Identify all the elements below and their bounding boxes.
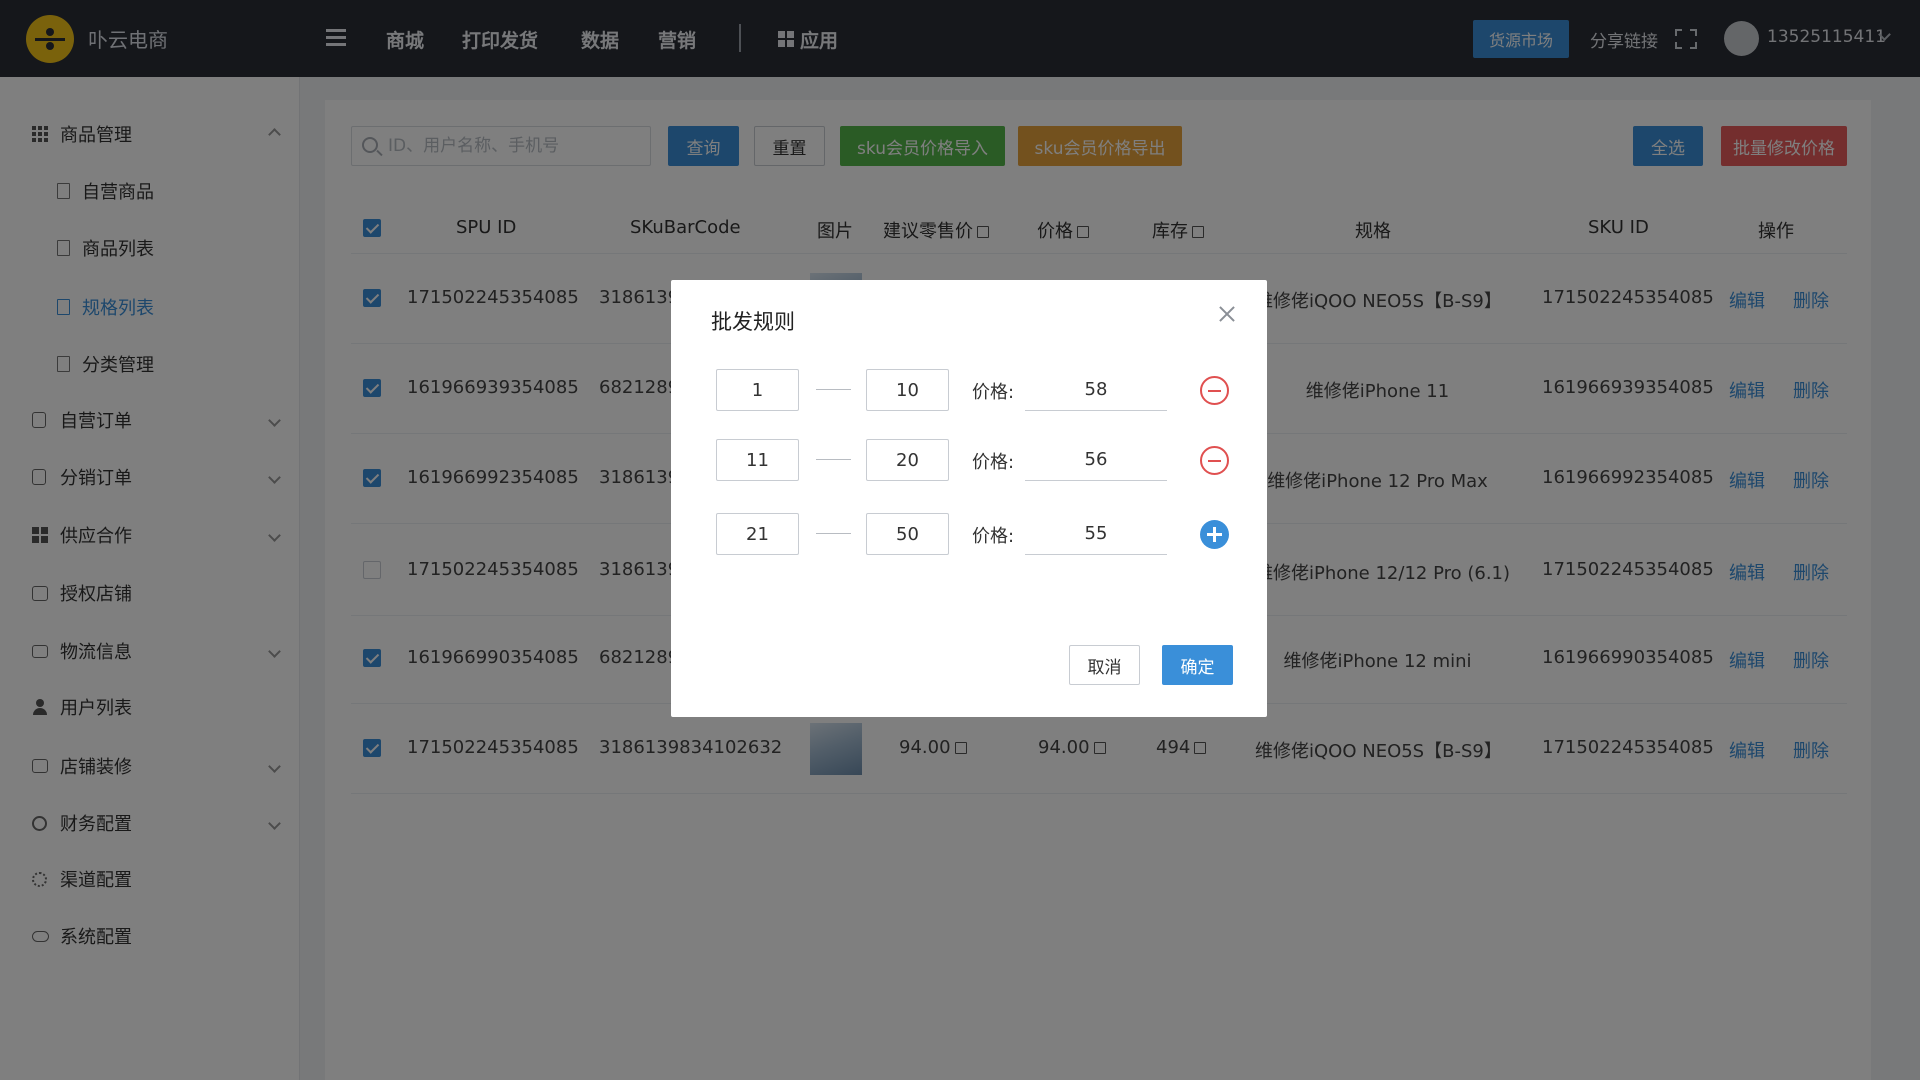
price-input[interactable] <box>1025 513 1167 555</box>
cancel-button[interactable]: 取消 <box>1069 645 1140 685</box>
range-dash <box>816 533 851 534</box>
price-label: 价格: <box>972 452 1015 473</box>
add-rule-icon[interactable] <box>1200 520 1229 549</box>
min-quantity-input[interactable] <box>716 369 799 411</box>
max-quantity-input[interactable] <box>866 439 949 481</box>
price-input[interactable] <box>1025 439 1167 481</box>
rule-row: 价格: <box>716 439 1236 481</box>
range-dash <box>816 389 851 390</box>
min-quantity-input[interactable] <box>716 439 799 481</box>
confirm-button[interactable]: 确定 <box>1162 645 1233 685</box>
price-input[interactable] <box>1025 369 1167 411</box>
wholesale-rules-dialog: 批发规则 价格: 价格: 价格: 取消 确定 <box>671 280 1267 717</box>
price-label: 价格: <box>972 382 1015 403</box>
rule-row: 价格: <box>716 369 1236 411</box>
close-icon[interactable] <box>1217 304 1237 324</box>
price-label: 价格: <box>972 526 1015 547</box>
max-quantity-input[interactable] <box>866 369 949 411</box>
remove-rule-icon[interactable] <box>1200 446 1229 475</box>
remove-rule-icon[interactable] <box>1200 376 1229 405</box>
dialog-title: 批发规则 <box>711 310 795 334</box>
range-dash <box>816 459 851 460</box>
min-quantity-input[interactable] <box>716 513 799 555</box>
max-quantity-input[interactable] <box>866 513 949 555</box>
rule-row: 价格: <box>716 513 1236 555</box>
